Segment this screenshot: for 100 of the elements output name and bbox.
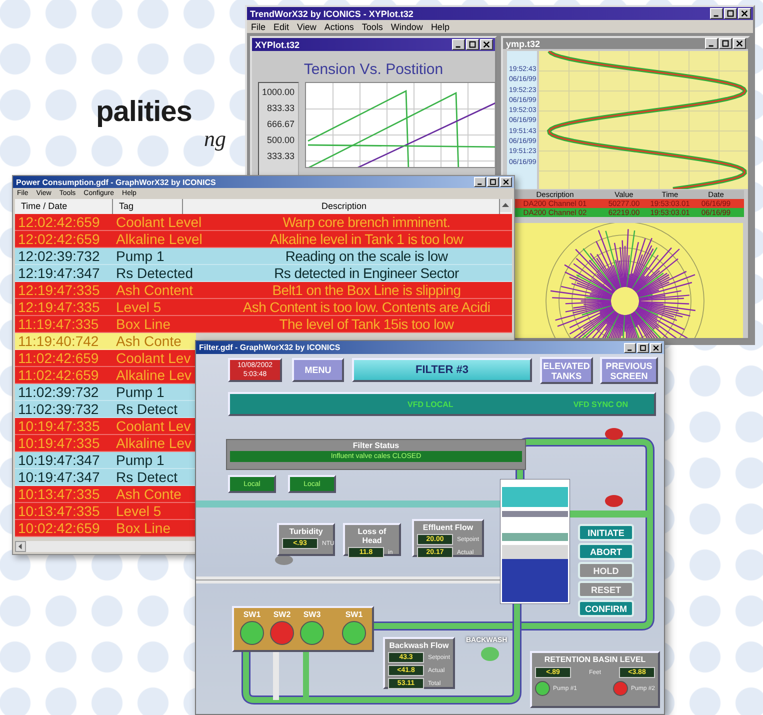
status-text: VFD LOCAL	[408, 400, 454, 408]
window-title: Filter.gdf - GraphWorX32 by ICONICS	[199, 343, 340, 352]
sequence-button[interactable]: INITIATE	[578, 524, 634, 541]
table-cell-text: 10:13:47:335	[17, 486, 101, 503]
table-cell-text: 10:19:47:347	[17, 469, 101, 486]
table-cell-text: Alkaline Level	[115, 231, 204, 248]
table-cell-text: 11:02:39:732	[17, 401, 100, 418]
minimize-icon[interactable]	[624, 342, 636, 352]
table-cell-text: Ash Conte	[115, 333, 182, 350]
maximize-icon[interactable]	[724, 8, 737, 19]
table-cell-text: Level 5	[115, 503, 162, 520]
status-text: VFD SYNC ON	[573, 400, 628, 408]
table-cell-text: Alkaline level in Tank 1 is too low	[268, 231, 464, 248]
table-cell-text: Coolant Level	[115, 214, 203, 231]
table-cell-text: Box Line	[115, 316, 172, 333]
table-cell-text: Coolant Lev	[115, 418, 192, 435]
table-cell-text: Box Line	[115, 520, 172, 537]
window-title: ymp.t32	[506, 38, 540, 48]
minimize-icon[interactable]	[710, 8, 723, 19]
table-cell-text: Ash Content is too low. Contents are Acidi	[242, 299, 492, 316]
table-cell-text: 12:02:42:659	[17, 214, 101, 231]
table-cell-text: Rs Detect	[115, 401, 178, 418]
scroll-up-icon[interactable]	[500, 199, 511, 212]
table-cell-text: 12:19:47:335	[17, 282, 101, 299]
table-cell-text: Alkaline Lev	[115, 367, 192, 384]
scroll-left-icon[interactable]	[15, 541, 26, 552]
screen-title: FILTER #3	[352, 358, 532, 382]
table-cell-text: Reading on the scale is low	[284, 248, 449, 265]
panel-title: Effluent Flow	[422, 523, 474, 532]
pump-icon[interactable]	[342, 621, 366, 645]
pump-icon[interactable]	[240, 621, 264, 645]
axis-label: 333.33	[267, 151, 295, 161]
pump-icon[interactable]	[270, 621, 294, 645]
menu-item[interactable]: Tools	[362, 22, 383, 32]
close-icon[interactable]	[500, 177, 512, 187]
table-cell-text: Coolant Lev	[115, 350, 192, 367]
table-cell-text: 11:19:47:335	[17, 316, 100, 333]
alarm-row[interactable]: 10:19:47:347 Rs Detect	[15, 469, 196, 486]
sequence-button[interactable]: CONFIRM	[578, 600, 634, 617]
table-cell-text: 12:19:47:335	[17, 299, 101, 316]
panel-title: Filter Status	[352, 441, 400, 450]
table-cell-text: Level 5	[115, 299, 162, 316]
pump-icon[interactable]	[300, 621, 324, 645]
table-cell-text: Pump 1	[115, 248, 166, 265]
table-cell-text: 12:02:39:732	[17, 248, 101, 265]
close-icon[interactable]	[480, 39, 493, 50]
table-cell-text: Rs detected in Engineer Sector	[273, 265, 460, 282]
maximize-icon[interactable]	[466, 39, 479, 50]
panel-title: RETENTION BASIN LEVEL	[544, 655, 646, 664]
table-cell-text: 12:19:47:347	[17, 265, 101, 282]
minimize-icon[interactable]	[474, 177, 486, 187]
alarm-row[interactable]: 11:02:39:732 Rs Detect	[15, 401, 196, 418]
window-title: TrendWorX32 by ICONICS - XYPlot.t32	[250, 8, 414, 18]
table-cell-text: 10:19:47:347	[17, 452, 101, 469]
menu-item[interactable]: Window	[390, 22, 423, 32]
table-cell-text: 10:02:42:659	[17, 520, 101, 537]
minimize-icon[interactable]	[705, 38, 718, 49]
axis-label: 833.33	[267, 103, 295, 113]
pump-icon[interactable]	[535, 681, 550, 696]
maximize-icon[interactable]	[719, 38, 732, 49]
menu-item[interactable]: Edit	[274, 22, 290, 32]
table-cell-text: Pump 1	[115, 384, 166, 401]
panel-title: Turbidity	[289, 527, 323, 536]
close-icon[interactable]	[738, 8, 751, 19]
table-cell-text: Rs Detected	[115, 265, 194, 282]
window-title: Power Consumption.gdf - GraphWorX32 by ICONICS	[16, 178, 216, 186]
heading-subtitle: ng	[204, 128, 226, 150]
menu-item[interactable]: View	[297, 22, 316, 32]
table-cell-text: Rs Detect	[115, 469, 178, 486]
menu-item[interactable]: Actions	[324, 22, 354, 32]
axis-label: 500.00	[267, 135, 295, 145]
table-cell-text: 12:02:42:659	[17, 231, 101, 248]
table-cell-text: Ash Conte	[115, 486, 182, 503]
axis-label: 1000.00	[262, 87, 295, 97]
table-cell-text: 11:19:40:742	[17, 333, 100, 350]
table-cell-text: 11:02:39:732	[17, 384, 100, 401]
maximize-icon[interactable]	[637, 342, 649, 352]
switch-label: SW1	[345, 610, 363, 619]
close-icon[interactable]	[650, 342, 662, 352]
chart-title: Tension Vs. Postition	[302, 60, 444, 80]
sequence-button[interactable]: ABORT	[578, 543, 634, 560]
close-icon[interactable]	[733, 38, 746, 49]
panel-title: Backwash Flow	[389, 641, 449, 650]
table-cell-text: 10:19:47:335	[17, 435, 101, 452]
alarm-row[interactable]: 12:02:39:732 Pump 1 Reading on the scale is low	[15, 248, 512, 265]
table-cell-text: 11:02:42:659	[17, 367, 100, 384]
alarm-row[interactable]: 12:19:47:347 Rs Detected Rs detected in Engineer Sector	[15, 265, 512, 282]
alarm-row[interactable]: 10:19:47:347 Pump 1	[15, 452, 196, 469]
menu-item[interactable]: Help	[430, 22, 450, 32]
sequence-button: HOLD	[578, 562, 634, 579]
maximize-icon[interactable]	[487, 177, 499, 187]
table-cell-text: Warp core brench imminent.	[282, 214, 452, 231]
axis-label: 666.67	[267, 119, 295, 129]
table-cell-text: 11:02:42:659	[17, 350, 100, 367]
minimize-icon[interactable]	[452, 39, 465, 50]
heading-title: palities	[96, 96, 192, 128]
switch-label: SW3	[303, 610, 321, 619]
alarm-row[interactable]: 11:02:39:732 Pump 1	[15, 384, 196, 401]
menu-item[interactable]: File	[251, 22, 266, 32]
table-cell-text: The level of Tank 15is too low	[278, 316, 455, 333]
